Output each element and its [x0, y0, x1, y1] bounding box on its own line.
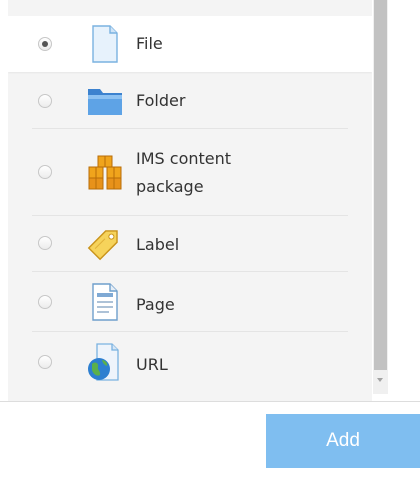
option-label-module[interactable]: Label [8, 216, 372, 272]
option-label: IMS content [136, 149, 232, 168]
ims-package-radio[interactable] [38, 165, 52, 179]
option-label: Label [136, 235, 180, 254]
option-url[interactable]: URL [8, 332, 372, 392]
option-label-line2: package [136, 177, 204, 196]
option-label: URL [136, 355, 168, 374]
file-icon [84, 24, 126, 64]
page-icon [84, 282, 126, 322]
url-radio[interactable] [38, 355, 52, 369]
label-radio[interactable] [38, 236, 52, 250]
option-page[interactable]: Page [8, 272, 372, 332]
folder-radio[interactable] [38, 94, 52, 108]
label-tag-icon [84, 223, 126, 263]
option-folder[interactable]: Folder [8, 72, 372, 129]
scroll-down-arrow-icon[interactable] [377, 378, 383, 382]
option-label: Page [136, 295, 175, 314]
ims-package-icon [84, 152, 126, 192]
footer-divider [0, 401, 420, 402]
add-button[interactable]: Add [266, 414, 420, 468]
file-radio[interactable] [38, 37, 52, 51]
option-label: Folder [136, 91, 186, 110]
options-scrollbar[interactable] [373, 0, 388, 394]
module-options-list: File Folder IMS content package Label Pa… [8, 0, 372, 401]
radio-selected-dot [42, 41, 48, 47]
url-globe-icon [84, 342, 126, 382]
option-file[interactable]: File [8, 16, 372, 72]
folder-icon [84, 81, 126, 121]
page-radio[interactable] [38, 295, 52, 309]
option-ims-content-package[interactable]: IMS content package [8, 129, 372, 216]
activity-chooser: File Folder IMS content package Label Pa… [0, 0, 420, 477]
option-label: File [136, 34, 163, 53]
scrollbar-thumb[interactable] [374, 0, 387, 370]
